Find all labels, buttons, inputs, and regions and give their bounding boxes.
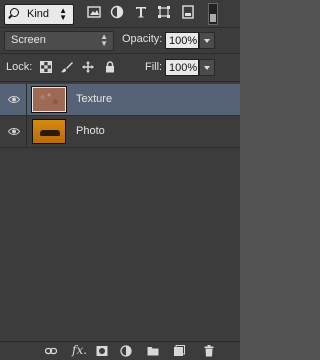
lock-transparent-pixels-icon[interactable] <box>40 61 52 73</box>
visibility-divider <box>26 116 27 148</box>
photo-thumbnail[interactable] <box>32 119 66 144</box>
layer-mask-icon[interactable] <box>96 345 108 357</box>
eye-icon[interactable] <box>7 127 21 136</box>
lock-row: Lock: Fill: 100% <box>0 54 240 82</box>
lock-label: Lock: <box>6 61 33 73</box>
pixel-layer-filter-icon[interactable] <box>87 5 101 19</box>
layer-name[interactable]: Photo <box>76 125 105 137</box>
link-layers-icon[interactable] <box>44 345 58 357</box>
fill-label: Fill: <box>145 61 163 73</box>
opacity-input[interactable]: 100% <box>165 32 199 49</box>
smart-object-filter-icon[interactable] <box>181 5 195 19</box>
search-icon <box>10 8 19 17</box>
adjustment-layer-filter-icon[interactable] <box>110 5 124 19</box>
lock-position-icon[interactable] <box>82 61 94 73</box>
blend-row: Screen ▲ ▼ Opacity: 100% <box>0 28 240 54</box>
eye-icon[interactable] <box>7 95 21 104</box>
layer-row-texture[interactable]: Texture <box>0 84 240 116</box>
kind-filter-label: Kind <box>27 8 50 20</box>
blend-mode-value: Screen <box>11 34 46 46</box>
adjustment-layer-icon[interactable] <box>120 345 132 357</box>
fill-dropdown-button[interactable] <box>199 59 215 76</box>
fill-input[interactable]: 100% <box>165 59 199 76</box>
new-group-icon[interactable] <box>147 345 159 357</box>
opacity-dropdown-button[interactable] <box>199 32 215 49</box>
delete-layer-icon[interactable] <box>203 345 215 357</box>
texture-thumbnail[interactable] <box>31 86 67 113</box>
kind-filter-dropdown[interactable]: Kind ▲ ▼ <box>4 4 74 25</box>
lock-all-icon[interactable] <box>104 61 116 73</box>
layers-panel: Kind ▲▼ Screen ▲▼ Opacity: 100% Lock: <box>0 0 240 360</box>
lock-image-pixels-icon[interactable] <box>61 61 73 73</box>
filter-toggle-switch[interactable] <box>208 3 218 25</box>
layer-row-photo[interactable]: Photo <box>0 116 240 148</box>
shape-layer-filter-icon[interactable] <box>157 5 171 19</box>
blend-mode-dropdown[interactable]: Screen ▲ ▼ <box>4 31 114 51</box>
opacity-label: Opacity: <box>122 33 163 45</box>
layers-bottom-toolbar: fx. <box>0 341 240 360</box>
layer-style-icon[interactable]: fx. <box>72 343 87 357</box>
new-layer-icon[interactable] <box>173 345 185 357</box>
scrollbar[interactable] <box>240 0 244 359</box>
visibility-divider <box>26 84 27 116</box>
layer-name[interactable]: Texture <box>76 93 112 105</box>
updown-arrows-icon: ▲ ▼ <box>59 6 67 22</box>
filter-row: Kind ▲ ▼ <box>0 0 240 28</box>
updown-arrows-icon: ▲ ▼ <box>100 32 108 48</box>
type-layer-filter-icon[interactable] <box>134 5 148 19</box>
